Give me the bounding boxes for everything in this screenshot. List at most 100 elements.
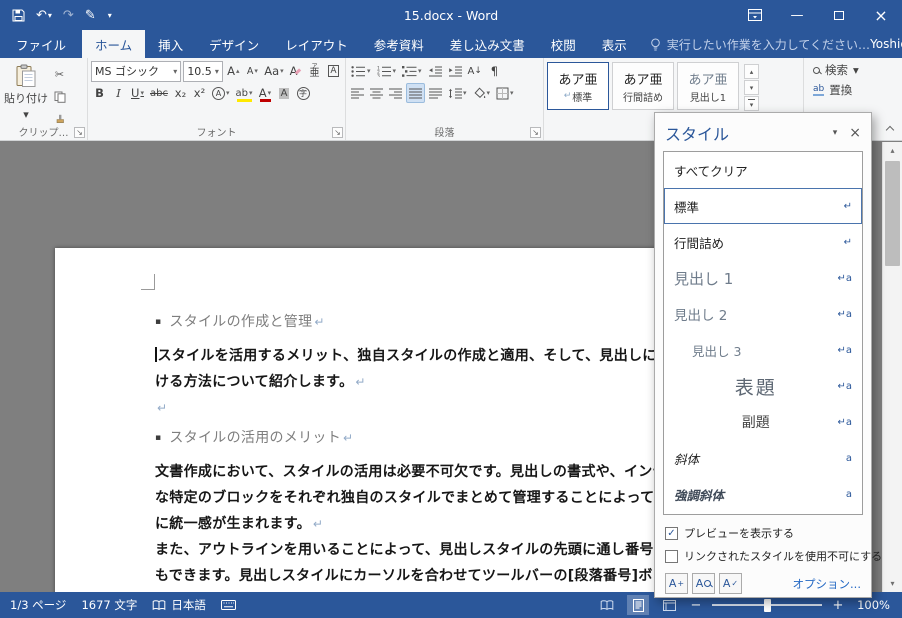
show-preview-checkbox[interactable]: ✓ プレビューを表示する [665, 525, 861, 541]
tab-design[interactable]: デザイン [196, 30, 272, 58]
show-formatting-marks-button[interactable]: ¶ [486, 61, 503, 81]
font-dialog-launcher[interactable]: ↘ [332, 127, 343, 138]
zoom-slider[interactable] [712, 595, 822, 615]
shading-button[interactable]: ▾ [471, 83, 493, 103]
scroll-down-button[interactable]: ▾ [883, 575, 902, 592]
zoom-level[interactable]: 100% [854, 598, 890, 612]
web-layout-button[interactable] [658, 595, 680, 615]
scrollbar-thumb[interactable] [885, 161, 900, 266]
pane-menu-button[interactable]: ▾ [833, 128, 838, 138]
style-item-heading1[interactable]: 見出し 1 ↵a [664, 260, 862, 296]
sort-button[interactable]: A ↓ [466, 61, 484, 81]
align-center-button[interactable] [368, 83, 385, 103]
replace-button[interactable]: ab 置換 [807, 80, 899, 100]
minimize-button[interactable]: — [776, 0, 818, 30]
style-inspector-button[interactable]: A [692, 573, 715, 594]
enclose-characters-button[interactable]: 字 [295, 83, 312, 103]
zoom-out-button[interactable]: − [689, 598, 703, 613]
clipboard-dialog-launcher[interactable]: ↘ [74, 127, 85, 138]
tab-references[interactable]: 参考資料 [361, 30, 437, 58]
style-item-heading2[interactable]: 見出し 2 ↵a [664, 296, 862, 332]
strikethrough-button[interactable]: abc [148, 83, 170, 103]
word-count[interactable]: 1677 文字 [81, 597, 137, 613]
distribute-button[interactable] [427, 83, 444, 103]
disable-linked-styles-checkbox[interactable]: リンクされたスタイルを使用不可にする [665, 548, 882, 564]
collapse-ribbon-button[interactable] [885, 125, 895, 135]
vertical-scrollbar[interactable]: ▴ ▾ [882, 142, 902, 592]
grow-font-button[interactable]: A ▴ [225, 61, 242, 81]
customize-qat-button[interactable]: ▾ [107, 11, 112, 20]
font-color-button[interactable]: A ▾ [257, 83, 274, 103]
tab-file[interactable]: ファイル [0, 30, 82, 58]
superscript-button[interactable]: x² [191, 83, 208, 103]
text-effects-button[interactable]: A ▾ [210, 83, 232, 103]
style-item-title[interactable]: 表題 ↵a [664, 368, 862, 404]
tab-mailings[interactable]: 差し込み文書 [437, 30, 538, 58]
signed-in-user[interactable]: Yoshie Koha… [870, 37, 902, 51]
pane-close-button[interactable]: × [849, 125, 861, 141]
tab-review[interactable]: 校閲 [538, 30, 589, 58]
justify-button[interactable] [406, 83, 425, 103]
save-button[interactable] [12, 9, 25, 22]
undo-button[interactable]: ↶ ▾ [36, 8, 52, 23]
increase-indent-button[interactable] [446, 61, 464, 81]
find-button[interactable]: 検索 ▾ [807, 60, 899, 80]
manage-styles-button[interactable]: A ✓ [719, 573, 742, 594]
phonetic-guide-button[interactable]: ア亜 [306, 61, 323, 81]
proofing-status[interactable]: 日本語 [152, 597, 206, 613]
tell-me-box[interactable]: 実行したい作業を入力してください… [650, 30, 870, 58]
style-item-clear-all[interactable]: すべてクリア [664, 152, 862, 188]
align-right-button[interactable] [387, 83, 404, 103]
style-gallery-item-heading1[interactable]: あア亜 見出し1 [677, 62, 739, 110]
line-spacing-button[interactable]: ▾ [446, 83, 469, 103]
italic-button[interactable]: I [110, 83, 127, 103]
font-size-combo[interactable]: 10.5 ▾ [183, 60, 223, 82]
input-mode[interactable] [220, 600, 236, 610]
shrink-font-button[interactable]: A ▾ [244, 61, 261, 81]
zoom-slider-thumb[interactable] [764, 599, 771, 612]
copy-button[interactable] [51, 87, 68, 107]
style-item-emphasis[interactable]: 斜体 a [664, 440, 862, 476]
style-item-heading3[interactable]: 見出し 3 ↵a [664, 332, 862, 368]
tab-insert[interactable]: 挿入 [145, 30, 196, 58]
tab-layout[interactable]: レイアウト [272, 30, 361, 58]
new-style-button[interactable]: A + [665, 573, 688, 594]
gallery-up-button[interactable]: ▴ [744, 64, 759, 79]
subscript-button[interactable]: x₂ [172, 83, 189, 103]
style-gallery-item-normal[interactable]: あア亜 ↵ 標準 [547, 62, 609, 110]
align-left-button[interactable] [349, 83, 366, 103]
borders-button[interactable]: ▾ [494, 83, 516, 103]
multilevel-list-button[interactable]: ▾ [400, 61, 424, 81]
clear-formatting-button[interactable]: A [287, 61, 304, 81]
bold-button[interactable]: B [91, 83, 108, 103]
paragraph-dialog-launcher[interactable]: ↘ [530, 127, 541, 138]
highlight-button[interactable]: ab ▾ [234, 83, 255, 103]
decrease-indent-button[interactable] [426, 61, 444, 81]
gallery-more-button[interactable]: ▾ [744, 96, 759, 111]
maximize-button[interactable] [818, 0, 860, 30]
print-layout-button[interactable] [627, 595, 649, 615]
character-border-button[interactable]: A [325, 61, 342, 81]
ink-button[interactable]: ✎ [85, 8, 96, 23]
font-name-combo[interactable]: MS ゴシック ▾ [91, 60, 182, 82]
style-item-subtitle[interactable]: 副題 ↵a [664, 404, 862, 440]
bullets-button[interactable]: ▾ [349, 61, 373, 81]
redo-button[interactable]: ↷ [63, 8, 74, 23]
zoom-in-button[interactable]: + [831, 598, 845, 613]
close-button[interactable]: × [860, 0, 902, 30]
gallery-down-button[interactable]: ▾ [744, 80, 759, 95]
tab-view[interactable]: 表示 [589, 30, 640, 58]
style-item-normal[interactable]: 標準 ↵ [664, 188, 862, 224]
scroll-up-button[interactable]: ▴ [883, 142, 902, 159]
style-item-nospacing[interactable]: 行間詰め ↵ [664, 224, 862, 260]
style-gallery-item-nospacing[interactable]: あア亜 行間詰め [612, 62, 674, 110]
page-indicator[interactable]: 1/3 ページ [10, 597, 66, 613]
underline-button[interactable]: U ▾ [129, 83, 146, 103]
style-item-intense-emphasis[interactable]: 強調斜体 a [664, 476, 862, 512]
cut-button[interactable]: ✂ [51, 64, 68, 84]
tab-home[interactable]: ホーム [82, 30, 146, 58]
read-mode-button[interactable] [596, 595, 618, 615]
numbering-button[interactable]: 123 ▾ [375, 61, 399, 81]
change-case-button[interactable]: Aa ▾ [263, 61, 285, 81]
character-shading-button[interactable]: A [276, 83, 293, 103]
